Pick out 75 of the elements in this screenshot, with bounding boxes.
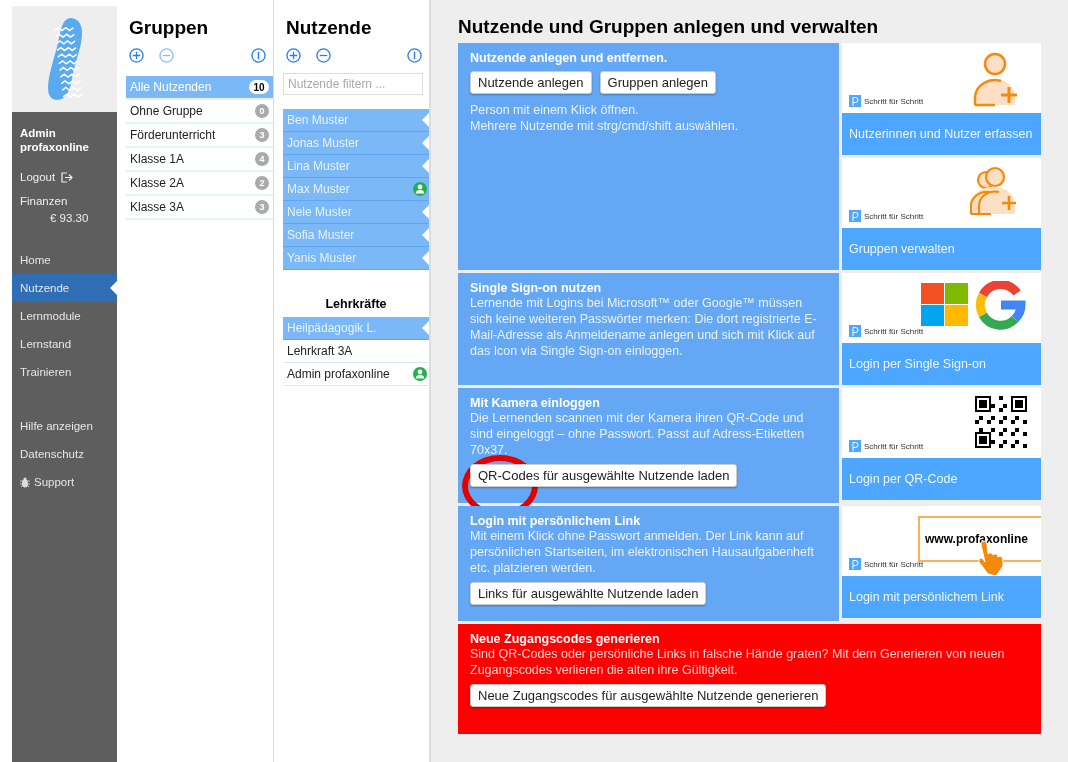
nav-item[interactable]: Lernmodule	[12, 302, 117, 330]
section-title: Neue Zugangscodes generieren	[470, 632, 661, 646]
group-item[interactable]: Klasse 1A 4	[126, 148, 273, 172]
nav-link[interactable]: Datenschutz	[12, 440, 117, 468]
section-text: Lernende mit Logins bei Microsoft™ oder Google™ müssen sich keine weiteren Passwörter merken: Die dort registrierte E-Mail-Adresse als Anmeldename anlegen und sich mit Klick auf das Icon via Single Sign-on einloggen.	[470, 295, 818, 359]
group-name: Förderunterricht	[130, 128, 217, 142]
section-text: Die Lernenden scannen mit der Kamera ihren QR-Code und sind eingeloggt – ohne Passwort. Passt auf Adress-Etiketten 70x37.	[470, 410, 806, 458]
group-name: Klasse 2A	[130, 176, 186, 190]
nav-link[interactable]: Hilfe anzeigen	[12, 412, 117, 440]
section-title: Single Sign-on nutzen	[470, 281, 603, 295]
brand-text: Schritt für Schritt	[864, 441, 924, 451]
brand-text: Schritt für Schritt	[864, 326, 924, 336]
count-badge: 0	[255, 104, 269, 118]
teacher-item[interactable]: Admin profaxonline	[283, 363, 429, 386]
add-icon[interactable]	[129, 48, 144, 63]
action-button[interactable]: Neue Zugangscodes für ausgewählte Nutzende generieren	[470, 684, 827, 707]
user-name: Admin profaxonline	[19, 126, 90, 154]
footprint-icon	[45, 15, 84, 103]
info-icon[interactable]	[251, 48, 266, 63]
person-icon	[413, 367, 427, 381]
person-icon	[413, 182, 427, 196]
info-icon[interactable]	[407, 48, 422, 63]
action-button[interactable]: Gruppen anlegen	[599, 71, 716, 94]
action-button[interactable]: QR-Codes für ausgewählte Nutzende laden	[470, 464, 738, 487]
bug-icon	[20, 476, 30, 488]
group-item[interactable]: Alle Nutzenden 10	[126, 76, 273, 100]
group-item[interactable]: Förderunterricht 3	[126, 124, 273, 148]
count-badge: 4	[255, 152, 269, 166]
section-text: Mehrere Nutzende mit strg/cmd/shift auswählen.	[470, 118, 740, 134]
action-button[interactable]: Nutzende anlegen	[470, 71, 592, 94]
brand-logo-icon	[849, 558, 861, 570]
group-item[interactable]: Klasse 3A 3	[126, 196, 273, 220]
group-name: Ohne Gruppe	[130, 104, 204, 118]
brand-logo-icon	[849, 325, 861, 337]
nav-item[interactable]: Trainieren	[12, 358, 117, 386]
section-text: Mit einem Klick ohne Passwort anmelden. Der Link kann auf persönlichen Startseiten, im elektronischen Hausaufgabenheft etc. platzieren werden.	[470, 528, 815, 576]
logout-link[interactable]: Logout	[12, 154, 117, 183]
brand-text: Schritt für Schritt	[864, 559, 924, 569]
count-badge: 2	[255, 176, 269, 190]
brand-logo-icon	[849, 95, 861, 107]
finance-label: Finanzen	[19, 194, 69, 207]
column-title: Gruppen	[129, 17, 210, 39]
filter-field[interactable]: Nutzende filtern ...	[283, 73, 423, 95]
column-title: Nutzende	[286, 17, 373, 39]
group-name: Klasse 3A	[130, 200, 186, 214]
section-text: Sind QR-Codes oder persönliche Links in falsche Hände graten? Mit dem Generieren von neuen Zugangscodes verlieren die alten ihre Gültigkeit.	[470, 646, 1006, 678]
group-item[interactable]: Ohne Gruppe 0	[126, 100, 273, 124]
qr-code-icon	[975, 396, 1027, 448]
brand-logo-icon	[849, 440, 861, 452]
nav-item[interactable]: Lernstand	[12, 330, 117, 358]
logout-icon	[61, 171, 74, 183]
section-title: Mit Kamera einloggen	[470, 396, 601, 410]
balance: € 93.30	[49, 211, 90, 224]
url-text: www.profaxonline	[925, 532, 1028, 546]
nav-item[interactable]: Home	[12, 246, 117, 274]
add-icon[interactable]	[286, 48, 301, 63]
section-heading: Lehrkräfte	[324, 297, 388, 311]
section-title: Login mit persönlichem Link	[470, 514, 642, 528]
page-title: Nutzende und Gruppen anlegen und verwalten	[458, 16, 880, 38]
group-name: Alle Nutzenden	[130, 80, 213, 94]
remove-icon[interactable]	[316, 48, 331, 63]
action-button[interactable]: Links für ausgewählte Nutzende laden	[470, 582, 707, 605]
brand-logo-icon	[849, 210, 861, 222]
brand-text: Schritt für Schritt	[864, 96, 924, 106]
brand-text: Schritt für Schritt	[864, 211, 924, 221]
count-badge: 3	[255, 200, 269, 214]
count-badge: 10	[249, 80, 269, 94]
section-text: Person mit einem Klick öffnen.	[470, 102, 640, 118]
group-item[interactable]: Klasse 2A 2	[126, 172, 273, 196]
count-badge: 3	[255, 128, 269, 142]
section-title: Nutzende anlegen und entfernen.	[470, 51, 669, 65]
teacher-item[interactable]: Lehrkraft 3A	[283, 340, 429, 363]
nav-link[interactable]: Support	[12, 468, 117, 496]
group-name: Klasse 1A	[130, 152, 186, 166]
nav-item[interactable]: Nutzende	[12, 274, 117, 302]
